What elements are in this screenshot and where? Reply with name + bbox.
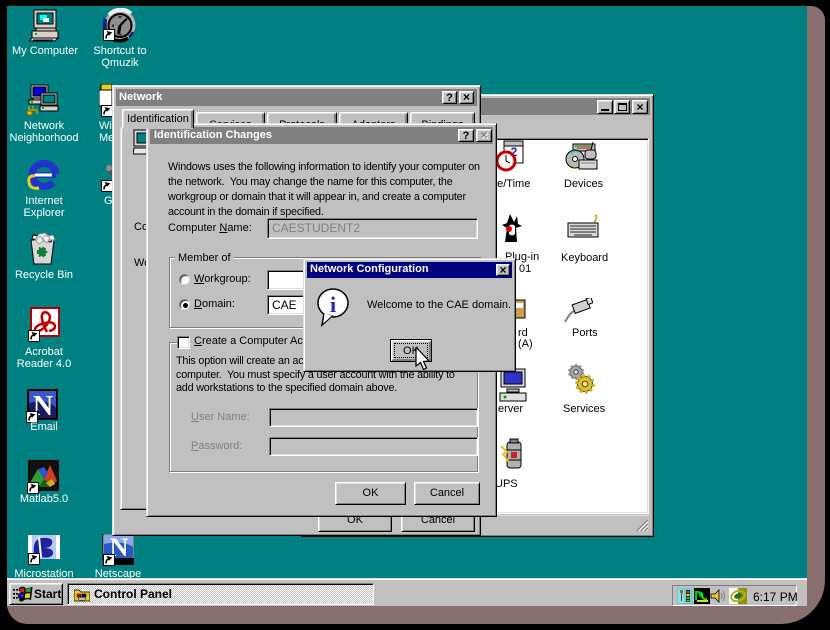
svg-text:i: i xyxy=(330,292,336,317)
